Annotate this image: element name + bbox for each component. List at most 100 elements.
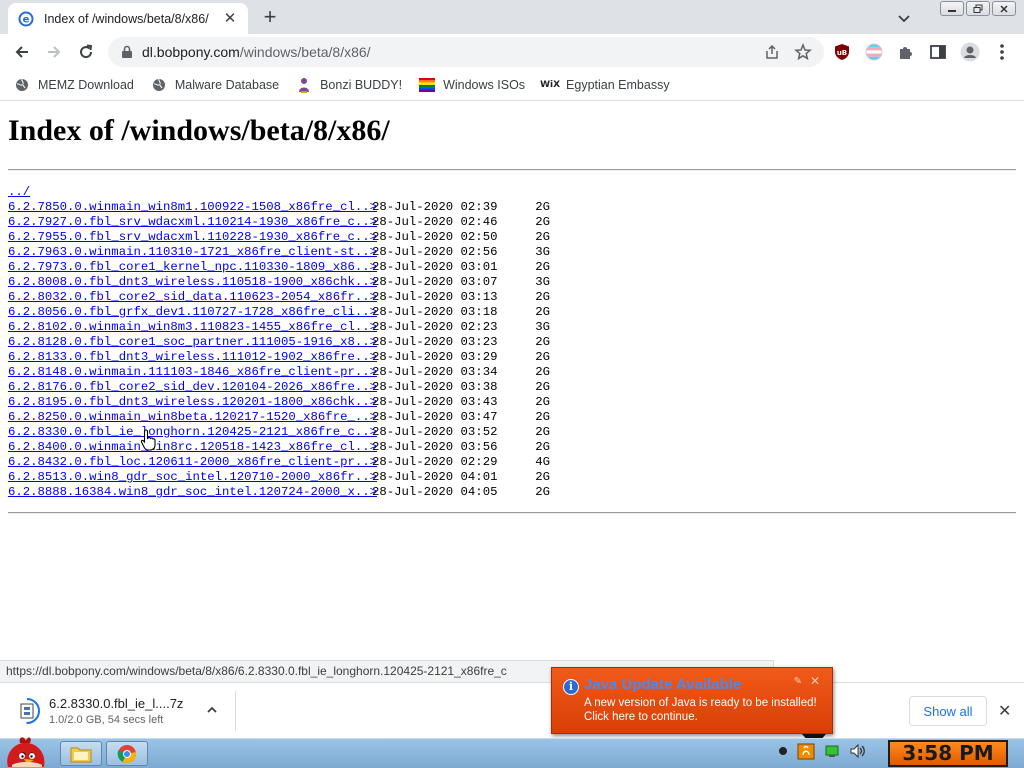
- ublock-extension-button[interactable]: uB: [832, 42, 852, 62]
- file-link[interactable]: 6.2.8032.0.fbl_core2_sid_data.110623-205…: [8, 290, 377, 305]
- file-row: 6.2.8056.0.fbl_grfx_dev1.110727-1728_x86…: [8, 305, 550, 320]
- tray-dot-icon[interactable]: [778, 746, 788, 756]
- pin-icon[interactable]: ✎: [794, 676, 802, 687]
- file-row: 6.2.7927.0.fbl_srv_wdacxml.110214-1930_x…: [8, 215, 550, 230]
- rainbow-flag-icon: [419, 77, 436, 93]
- file-link[interactable]: 6.2.7955.0.fbl_srv_wdacxml.110228-1930_x…: [8, 230, 377, 245]
- file-size: 2G: [535, 470, 550, 484]
- taskbar-explorer-button[interactable]: [60, 741, 102, 766]
- trans-flag-circle-icon: [865, 43, 883, 61]
- file-link[interactable]: 6.2.8513.0.win8_gdr_soc_intel.120710-200…: [8, 470, 377, 485]
- reload-icon: [80, 44, 93, 59]
- file-link[interactable]: 6.2.7963.0.winmain.110310-1721_x86fre_cl…: [8, 245, 377, 260]
- url-text[interactable]: dl.bobpony.com/windows/beta/8/x86/: [142, 44, 371, 60]
- file-row: 6.2.8432.0.fbl_loc.120611-2000_x86fre_cl…: [8, 455, 550, 470]
- file-link[interactable]: 6.2.8888.16384.win8_gdr_soc_intel.120724…: [8, 485, 377, 500]
- minimize-button[interactable]: [940, 1, 964, 16]
- chrome-icon: [117, 744, 137, 763]
- close-icon: [1000, 4, 1008, 13]
- address-bar[interactable]: dl.bobpony.com/windows/beta/8/x86/: [108, 37, 824, 67]
- java-update-notification[interactable]: i Java Update Available ✎ ✕ A new versio…: [551, 667, 833, 748]
- file-row: 6.2.7850.0.winmain_win8m1.100922-1508_x8…: [8, 200, 550, 215]
- parent-directory-link[interactable]: ../: [8, 185, 30, 200]
- file-link[interactable]: 6.2.7927.0.fbl_srv_wdacxml.110214-1930_x…: [8, 215, 377, 230]
- chevron-up-icon[interactable]: [205, 703, 219, 717]
- bookmark-star-icon[interactable]: [794, 43, 812, 61]
- java-tray-icon[interactable]: [797, 742, 815, 760]
- file-row: 6.2.7963.0.winmain.110310-1721_x86fre_cl…: [8, 245, 550, 260]
- file-link[interactable]: 6.2.8056.0.fbl_grfx_dev1.110727-1728_x86…: [8, 305, 377, 320]
- bookmark-egyptian-embassy[interactable]: WiX Egyptian Embassy: [540, 77, 670, 93]
- file-size: 2G: [535, 215, 550, 229]
- file-link[interactable]: 6.2.8250.0.winmain_win8beta.120217-1520_…: [8, 410, 377, 425]
- download-item[interactable]: 6.2.8330.0.fbl_ie_l....7z 1.0/2.0 GB, 54…: [14, 691, 236, 731]
- restore-icon: [973, 4, 983, 13]
- bookmark-memz-download[interactable]: MEMZ Download: [14, 77, 134, 93]
- kebab-menu-icon: [1000, 44, 1004, 60]
- bookmark-label: Bonzi BUDDY!: [320, 78, 403, 92]
- file-link[interactable]: 6.2.8008.0.fbl_dnt3_wireless.110518-1900…: [8, 275, 377, 290]
- minimize-icon: [948, 9, 956, 12]
- file-row: 6.2.8330.0.fbl_ie_longhorn.120425-2121_x…: [8, 425, 550, 440]
- volume-icon[interactable]: [849, 743, 867, 759]
- file-row: 6.2.8102.0.winmain_win8m3.110823-1455_x8…: [8, 320, 550, 335]
- file-date: 28-Jul-2020 02:56: [372, 245, 498, 259]
- java-popup-close-icon[interactable]: ✕: [810, 674, 820, 688]
- taskbar-chrome-button[interactable]: [106, 741, 148, 766]
- file-size: 3G: [535, 320, 550, 334]
- file-link[interactable]: 6.2.8330.0.fbl_ie_longhorn.120425-2121_x…: [8, 425, 377, 440]
- close-shelf-icon[interactable]: ✕: [998, 701, 1011, 721]
- globe-icon: [151, 77, 167, 93]
- file-link[interactable]: 6.2.8128.0.fbl_core1_soc_partner.111005-…: [8, 335, 377, 350]
- parent-row: ../: [8, 185, 550, 200]
- bookmark-windows-isos[interactable]: Windows ISOs: [419, 77, 525, 93]
- file-date: 28-Jul-2020 04:01: [372, 470, 498, 484]
- file-size: 2G: [535, 485, 550, 499]
- file-link[interactable]: 6.2.7973.0.fbl_core1_kernel_npc.110330-1…: [8, 260, 377, 275]
- profile-button[interactable]: [960, 42, 980, 62]
- file-date: 28-Jul-2020 03:23: [372, 335, 498, 349]
- angry-bird-start-icon[interactable]: [2, 733, 50, 768]
- file-link[interactable]: 6.2.7850.0.winmain_win8m1.100922-1508_x8…: [8, 200, 377, 215]
- restore-button[interactable]: [966, 1, 990, 16]
- tab-title: Index of /windows/beta/8/x86/: [44, 11, 209, 26]
- back-button[interactable]: [10, 40, 34, 64]
- file-date: 28-Jul-2020 02:39: [372, 200, 498, 214]
- file-row: 6.2.7973.0.fbl_core1_kernel_npc.110330-1…: [8, 260, 550, 275]
- window-controls: [940, 1, 1016, 16]
- file-link[interactable]: 6.2.8432.0.fbl_loc.120611-2000_x86fre_cl…: [8, 455, 377, 470]
- url-path: /windows/beta/8/x86/: [239, 44, 371, 60]
- bookmark-bonzi-buddy[interactable]: Bonzi BUDDY!: [296, 77, 402, 93]
- reload-button[interactable]: [74, 40, 98, 64]
- file-link[interactable]: 6.2.8176.0.fbl_core2_sid_dev.120104-2026…: [8, 380, 377, 395]
- share-icon[interactable]: [764, 44, 780, 60]
- bookmark-label: Malware Database: [174, 78, 280, 92]
- tab-close-icon[interactable]: ✕: [222, 10, 238, 27]
- show-all-button[interactable]: Show all: [909, 696, 987, 726]
- file-link[interactable]: 6.2.8400.0.winmain_win8rc.120518-1423_x8…: [8, 440, 377, 455]
- taskbar-clock[interactable]: 3:58 PM: [888, 740, 1008, 767]
- lock-icon[interactable]: [120, 45, 134, 59]
- menu-button[interactable]: [992, 42, 1012, 62]
- network-icon[interactable]: [824, 743, 840, 759]
- new-tab-button[interactable]: +: [258, 6, 282, 30]
- file-link[interactable]: 6.2.8148.0.winmain.111103-1846_x86fre_cl…: [8, 365, 377, 380]
- file-row: 6.2.8008.0.fbl_dnt3_wireless.110518-1900…: [8, 275, 550, 290]
- flag-extension-button[interactable]: [864, 42, 884, 62]
- file-link[interactable]: 6.2.8102.0.winmain_win8m3.110823-1455_x8…: [8, 320, 377, 335]
- forward-button[interactable]: [42, 40, 66, 64]
- extensions-button[interactable]: [896, 42, 916, 62]
- browser-tab[interactable]: e Index of /windows/beta/8/x86/ ✕: [8, 3, 248, 34]
- side-panel-button[interactable]: [928, 42, 948, 62]
- file-row: 6.2.8195.0.fbl_dnt3_wireless.120201-1800…: [8, 395, 550, 410]
- file-link[interactable]: 6.2.8195.0.fbl_dnt3_wireless.120201-1800…: [8, 395, 377, 410]
- file-date: 28-Jul-2020 02:46: [372, 215, 498, 229]
- file-date: 28-Jul-2020 04:05: [372, 485, 498, 499]
- bookmark-malware-database[interactable]: Malware Database: [151, 77, 279, 93]
- file-row: 6.2.8400.0.winmain_win8rc.120518-1423_x8…: [8, 440, 550, 455]
- file-link[interactable]: 6.2.8133.0.fbl_dnt3_wireless.111012-1902…: [8, 350, 377, 365]
- download-shelf: 6.2.8330.0.fbl_ie_l....7z 1.0/2.0 GB, 54…: [0, 682, 1024, 738]
- close-window-button[interactable]: [992, 1, 1016, 16]
- tab-search-chevron-icon[interactable]: [894, 8, 914, 28]
- file-size: 2G: [535, 380, 550, 394]
